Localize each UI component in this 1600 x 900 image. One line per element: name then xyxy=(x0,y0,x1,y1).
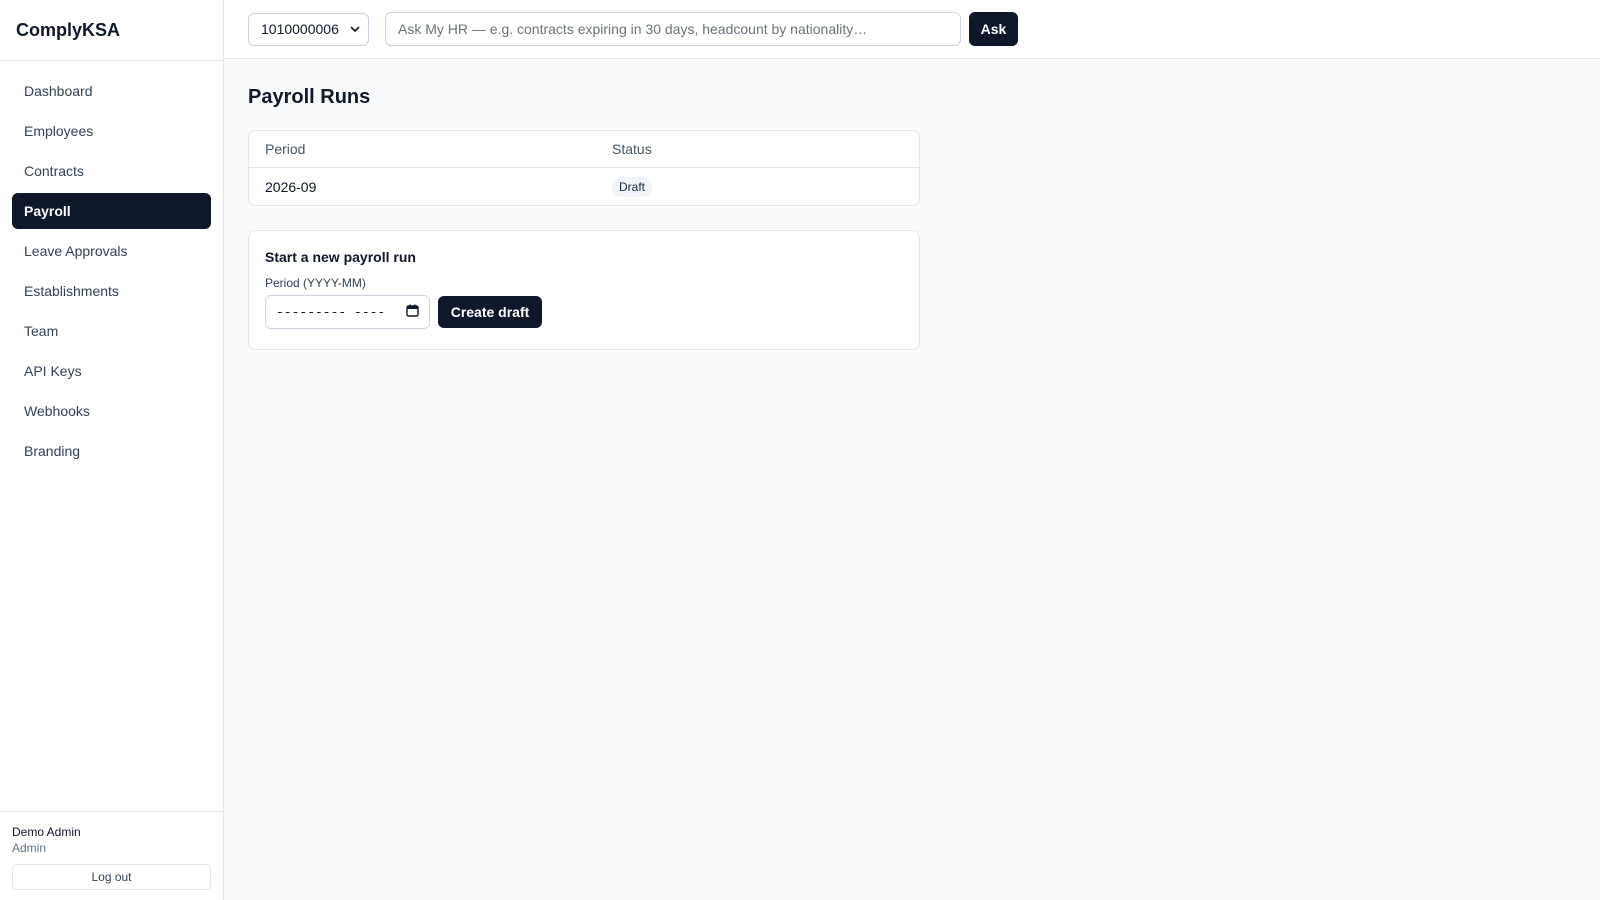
establishment-select[interactable]: 1010000006 xyxy=(248,12,369,46)
user-name: Demo Admin xyxy=(12,825,81,839)
calendar-icon[interactable] xyxy=(406,304,419,321)
new-run-title: Start a new payroll run xyxy=(265,249,416,265)
table-row[interactable]: 2026-09 Draft xyxy=(249,168,919,205)
period-input[interactable]: --------- ---- xyxy=(265,295,430,329)
status-cell: Draft xyxy=(612,176,919,197)
sidebar-item-payroll[interactable]: Payroll xyxy=(12,193,211,229)
column-header-status: Status xyxy=(612,141,652,157)
main-content: Payroll Runs Period Status 2026-09 Draft… xyxy=(248,84,920,350)
new-payroll-run-card: Start a new payroll run Period (YYYY-MM)… xyxy=(248,230,920,350)
new-run-form-row: --------- ---- Create draft xyxy=(265,295,903,329)
establishment-select-value: 1010000006 xyxy=(261,21,339,37)
ask-button[interactable]: Ask xyxy=(969,12,1018,46)
chevron-down-icon xyxy=(350,21,360,37)
payroll-runs-table: Period Status 2026-09 Draft xyxy=(248,130,920,206)
sidebar-item-contracts[interactable]: Contracts xyxy=(12,153,211,189)
period-cell: 2026-09 xyxy=(265,178,317,195)
user-role: Admin xyxy=(12,841,47,855)
ask-hr-input[interactable] xyxy=(385,12,961,46)
sidebar-item-dashboard[interactable]: Dashboard xyxy=(12,73,211,109)
sidebar-item-team[interactable]: Team xyxy=(12,313,211,349)
sidebar-nav: Dashboard Employees Contracts Payroll Le… xyxy=(0,61,223,485)
user-panel: Demo Admin Admin Log out xyxy=(0,811,223,900)
sidebar-item-branding[interactable]: Branding xyxy=(12,433,211,469)
table-header-row: Period Status xyxy=(249,131,919,168)
status-badge: Draft xyxy=(612,176,653,197)
period-label: Period (YYYY-MM) xyxy=(265,276,366,290)
sidebar-item-webhooks[interactable]: Webhooks xyxy=(12,393,211,429)
sidebar: ComplyKSA Dashboard Employees Contracts … xyxy=(0,0,224,900)
top-bar: 1010000006 Ask xyxy=(224,0,1600,59)
period-input-value: --------- ---- xyxy=(276,304,386,320)
sidebar-item-leave-approvals[interactable]: Leave Approvals xyxy=(12,233,211,269)
sidebar-item-employees[interactable]: Employees xyxy=(12,113,211,149)
sidebar-item-establishments[interactable]: Establishments xyxy=(12,273,211,309)
logout-button[interactable]: Log out xyxy=(12,864,211,890)
brand-logo[interactable]: ComplyKSA xyxy=(0,0,223,61)
sidebar-item-api-keys[interactable]: API Keys xyxy=(12,353,211,389)
column-header-period: Period xyxy=(265,141,306,157)
page-title: Payroll Runs xyxy=(248,86,371,108)
create-draft-button[interactable]: Create draft xyxy=(438,296,542,328)
